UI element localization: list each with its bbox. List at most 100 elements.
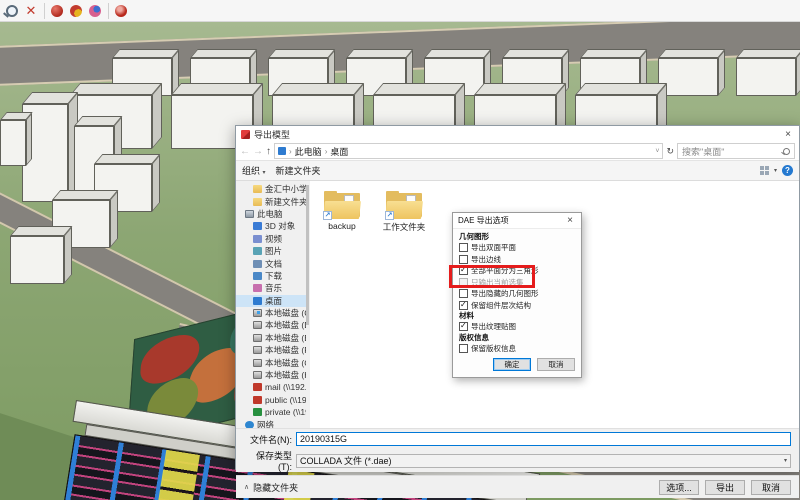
checkbox-checked-icon[interactable]	[459, 301, 468, 310]
sidebar-scrollbar[interactable]	[306, 181, 310, 428]
sidebar-item--d-[interactable]: 本地磁盘 (D:)	[236, 319, 306, 331]
address-dropdown-icon[interactable]: ˅	[655, 148, 659, 155]
dialog-titlebar[interactable]: 导出模型 ×	[236, 126, 799, 142]
building-roof	[70, 83, 162, 95]
sidebar-item--[interactable]: 音乐	[236, 282, 306, 294]
dae-titlebar[interactable]: DAE 导出选项 ×	[453, 213, 581, 229]
folder-icon: ↗	[324, 191, 360, 219]
dae-cancel-button[interactable]: 取消	[537, 358, 575, 371]
sidebar-item--c-[interactable]: 本地磁盘 (C:)	[236, 307, 306, 319]
checkbox-unchecked-icon[interactable]	[459, 289, 468, 298]
checkbox-unchecked-icon[interactable]	[459, 243, 468, 252]
options-button[interactable]: 选项...	[659, 480, 699, 495]
sidebar-item-private-192-[interactable]: private (\\192.	[236, 406, 306, 418]
orbit-icon[interactable]	[48, 2, 66, 20]
checkbox-checked-icon[interactable]	[459, 322, 468, 331]
back-icon[interactable]: ←	[240, 146, 250, 157]
building-side	[152, 154, 160, 212]
sidebar-item--[interactable]: 下载	[236, 270, 306, 282]
view-caret-icon[interactable]: ▾	[774, 167, 777, 174]
sidebar-item-public-192-1[interactable]: public (\\192.1	[236, 394, 306, 406]
sidebar-item-mail-192-168[interactable]: mail (\\192.168	[236, 381, 306, 393]
network-icon	[245, 421, 254, 428]
sidebar-item--[interactable]: 金汇中小学效果^	[236, 183, 306, 195]
checkbox-checked-icon[interactable]	[459, 266, 468, 275]
dae-option-row: 导出双面平面	[459, 242, 575, 254]
sidebar-item-label: 本地磁盘 (D:)	[265, 319, 306, 331]
building-side	[64, 226, 72, 284]
checkbox-unchecked-icon	[459, 278, 468, 287]
organize-button[interactable]: 组织 ▾	[242, 164, 266, 177]
up-icon[interactable]: ↑	[266, 146, 271, 157]
sidebar-item--[interactable]: 新建文件夹	[236, 195, 306, 207]
dae-buttons: 确定 取消	[453, 354, 581, 371]
sidebar-item-label: 音乐	[265, 282, 282, 294]
massing-building	[0, 112, 34, 166]
zoom-extents-icon[interactable]: ✕	[22, 2, 40, 20]
folder-name: 工作文件夹	[383, 221, 426, 233]
folder-tile[interactable]: ↗工作文件夹	[378, 191, 430, 233]
sidebar-item--h-[interactable]: 本地磁盘 (H:)	[236, 369, 306, 381]
savetype-value: COLLADA 文件 (*.dae)	[300, 454, 392, 467]
breadcrumb-separator-icon: ›	[289, 147, 292, 156]
zoom-icon[interactable]	[3, 2, 21, 20]
export-button[interactable]: 导出	[705, 480, 745, 495]
new-folder-button[interactable]: 新建文件夹	[276, 164, 321, 177]
massing-building	[736, 49, 800, 96]
ok-button[interactable]: 确定	[493, 358, 531, 371]
close-icon[interactable]: ×	[782, 129, 794, 140]
building-roof	[424, 49, 492, 58]
cancel-button[interactable]: 取消	[751, 480, 791, 495]
forward-icon[interactable]: →	[253, 146, 263, 157]
breadcrumb[interactable]: ›此电脑›桌面 ˅	[274, 143, 663, 159]
sidebar-item--f-[interactable]: 本地磁盘 (F:)	[236, 344, 306, 356]
hide-folders-button[interactable]: ∧ 隐藏文件夹	[244, 481, 298, 494]
dae-close-icon[interactable]: ×	[564, 215, 576, 226]
dae-option-label: 导出隐藏的几何图形	[471, 288, 539, 299]
navigation-bar: ← → ↑ ›此电脑›桌面 ˅ ↻ 搜索"桌面"	[236, 142, 799, 160]
folder-tile[interactable]: ↗backup	[316, 191, 368, 231]
filename-input[interactable]: 20190315G	[296, 432, 791, 446]
sidebar-item-label: private (\\192.	[265, 407, 306, 417]
organize-label: 组织	[242, 166, 260, 176]
building-roof	[190, 49, 258, 58]
pc-icon	[245, 210, 254, 218]
position-camera-icon[interactable]	[86, 2, 104, 20]
shortcut-arrow-icon: ↗	[323, 211, 332, 220]
dae-export-options-dialog: DAE 导出选项 × 几何图形导出双面平面导出边线全部平面分为三角形只输出当前选…	[452, 212, 582, 378]
building-roof	[658, 49, 726, 58]
sidebar-item-3d-[interactable]: 3D 对象	[236, 220, 306, 232]
dae-body: 几何图形导出双面平面导出边线全部平面分为三角形只输出当前选集导出隐藏的几何图形保…	[453, 229, 581, 354]
checkbox-unchecked-icon[interactable]	[459, 344, 468, 353]
sidebar-item--g-[interactable]: 本地磁盘 (G:)	[236, 356, 306, 368]
pan-icon[interactable]	[67, 2, 85, 20]
sidebar-item--[interactable]: 文档	[236, 257, 306, 269]
sidebar-item--[interactable]: 网络	[236, 418, 306, 428]
dae-option-label: 保留组件层次结构	[471, 300, 531, 311]
sidebar-item--[interactable]: 图片	[236, 245, 306, 257]
sidebar-item--e-[interactable]: 本地磁盘 (E:)	[236, 332, 306, 344]
savetype-select[interactable]: COLLADA 文件 (*.dae) ▾	[296, 454, 791, 468]
breadcrumb-item[interactable]: 此电脑	[295, 145, 322, 158]
document-icon	[253, 260, 262, 268]
look-around-icon[interactable]	[112, 2, 130, 20]
dae-option-label: 只输出当前选集	[471, 277, 524, 288]
building-front	[0, 120, 26, 166]
search-icon	[783, 148, 790, 155]
massing-building	[10, 226, 74, 284]
dae-option-label: 导出边线	[471, 254, 501, 265]
sidebar-item--[interactable]: 视频	[236, 233, 306, 245]
hide-folders-caret-icon: ∧	[244, 483, 249, 491]
search-input[interactable]: 搜索"桌面"	[677, 143, 795, 159]
desktop-icon	[253, 297, 262, 305]
checkbox-unchecked-icon[interactable]	[459, 255, 468, 264]
sidebar-item-label: 网络	[257, 419, 274, 428]
refresh-icon[interactable]: ↻	[666, 146, 674, 157]
sidebar-item--[interactable]: 桌面	[236, 295, 306, 307]
view-grid-icon[interactable]	[760, 166, 769, 175]
zoom-extents-glyph: ✕	[26, 5, 37, 17]
breadcrumb-item[interactable]: 桌面	[330, 145, 348, 158]
dae-option-highlighted: 导出边线	[459, 254, 575, 266]
help-button[interactable]: ?	[782, 165, 793, 176]
sidebar-item--[interactable]: 此电脑	[236, 208, 306, 220]
